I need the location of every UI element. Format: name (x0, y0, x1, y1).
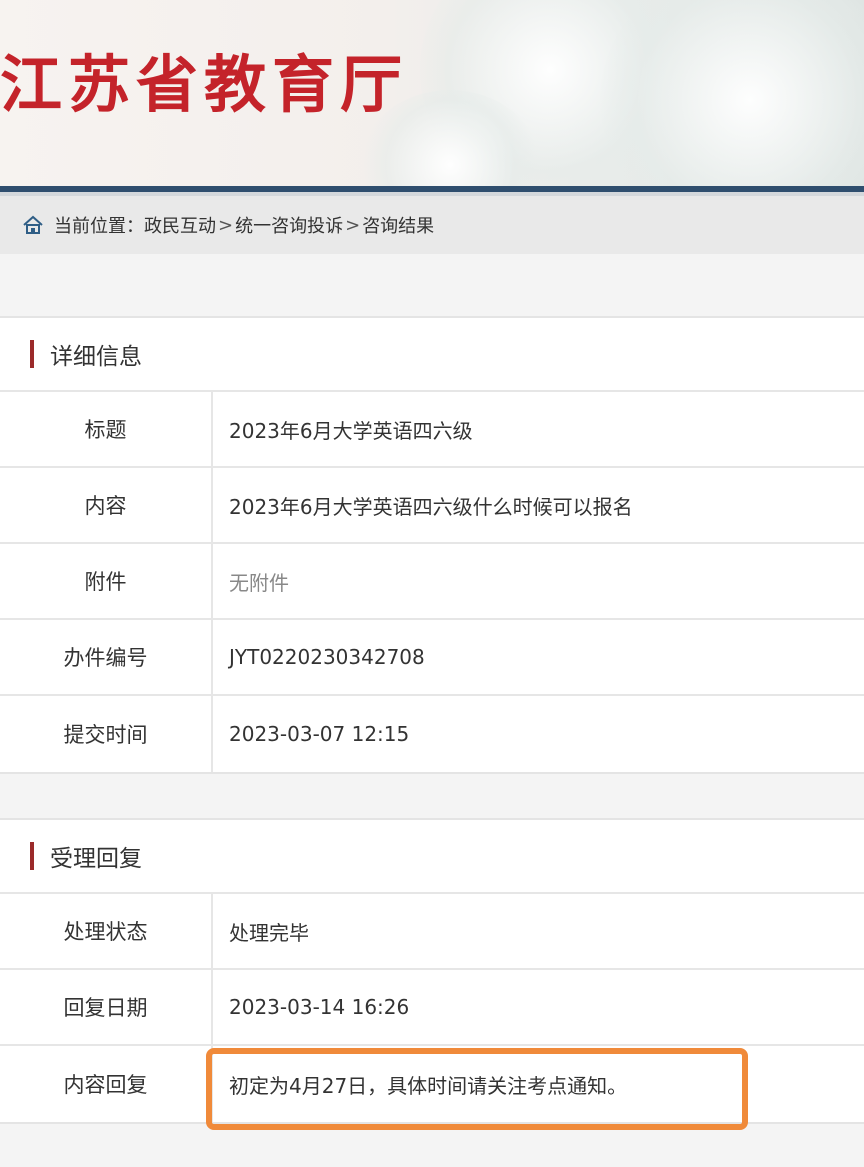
detail-row-attachment: 附件 无附件 (0, 544, 864, 620)
row-label: 办件编号 (0, 620, 213, 694)
decorative-flower (600, 0, 864, 186)
row-value: 2023-03-14 16:26 (229, 995, 410, 1019)
home-icon (22, 215, 44, 235)
reply-row-status: 处理状态 处理完毕 (0, 894, 864, 970)
breadcrumb-separator: > (218, 214, 234, 236)
reply-row-date: 回复日期 2023-03-14 16:26 (0, 970, 864, 1046)
reply-title: 受理回复 (50, 846, 142, 872)
row-label: 标题 (0, 392, 213, 466)
details-header: 详细信息 (0, 318, 864, 392)
row-value: 2023-03-07 12:15 (229, 722, 410, 746)
row-value: 2023年6月大学英语四六级 (229, 418, 473, 443)
row-value: 处理完毕 (229, 920, 309, 945)
detail-row-submit-time: 提交时间 2023-03-07 12:15 (0, 696, 864, 772)
site-title[interactable]: 江苏省教育厅 (0, 34, 408, 124)
breadcrumb-prefix: 当前位置： (54, 216, 144, 237)
detail-row-title: 标题 2023年6月大学英语四六级 (0, 392, 864, 468)
breadcrumb-item-result[interactable]: 咨询结果 (362, 212, 434, 238)
row-label: 内容回复 (0, 1046, 213, 1122)
section-marker (30, 340, 34, 368)
breadcrumb: 当前位置： 政民互动 > 统一咨询投诉 > 咨询结果 (0, 192, 864, 254)
row-label: 附件 (0, 544, 213, 618)
details-panel: 详细信息 标题 2023年6月大学英语四六级 内容 2023年6月大学英语四六级… (0, 316, 864, 774)
detail-row-case-number: 办件编号 JYT0220230342708 (0, 620, 864, 696)
row-label: 处理状态 (0, 894, 213, 968)
breadcrumb-item-zhengmin[interactable]: 政民互动 (144, 212, 216, 238)
breadcrumb-separator: > (345, 214, 361, 236)
breadcrumb-item-consult[interactable]: 统一咨询投诉 (235, 212, 343, 238)
row-value: 2023年6月大学英语四六级什么时候可以报名 (229, 494, 633, 519)
reply-header: 受理回复 (0, 820, 864, 894)
detail-row-content: 内容 2023年6月大学英语四六级什么时候可以报名 (0, 468, 864, 544)
row-value: JYT0220230342708 (229, 645, 425, 669)
row-label: 内容 (0, 468, 213, 542)
highlight-annotation (206, 1048, 748, 1130)
site-header: 江苏省教育厅 (0, 0, 864, 186)
details-title: 详细信息 (50, 344, 142, 370)
row-label: 提交时间 (0, 696, 213, 772)
row-value: 无附件 (229, 570, 289, 595)
row-label: 回复日期 (0, 970, 213, 1044)
section-marker (30, 842, 34, 870)
